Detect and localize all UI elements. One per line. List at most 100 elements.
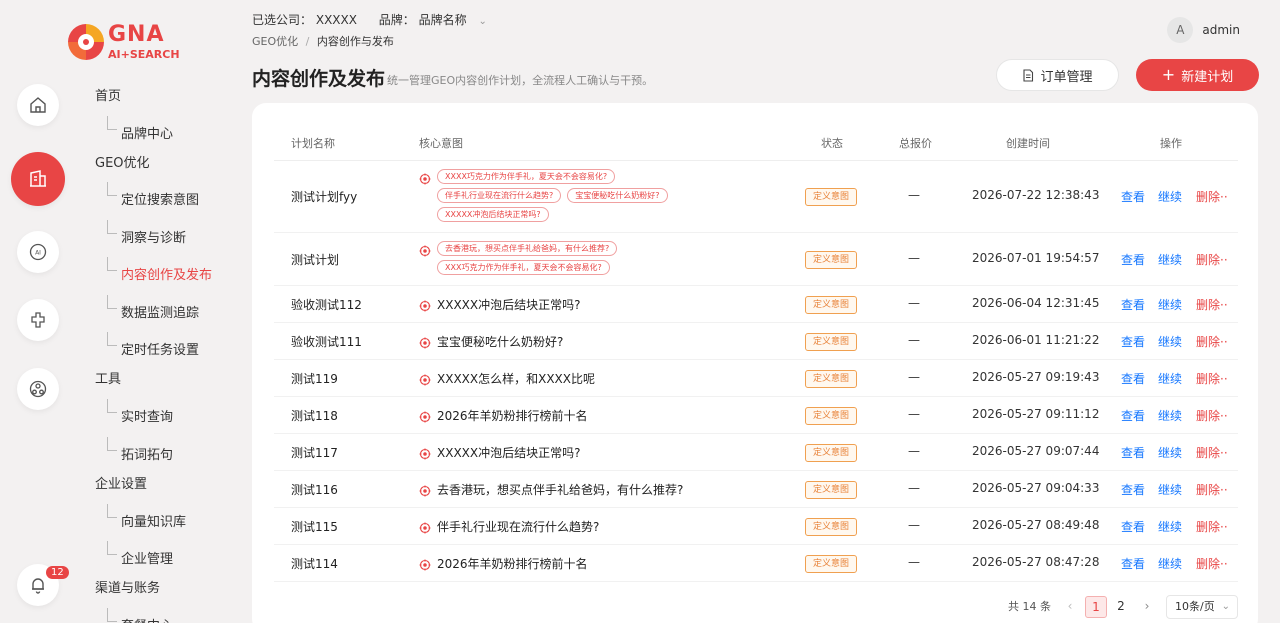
- continue-link[interactable]: 继续: [1158, 407, 1182, 424]
- brand-select[interactable]: 品牌名称: [419, 13, 467, 27]
- document-icon: [1023, 68, 1034, 82]
- col-header-price: 总报价: [899, 137, 932, 150]
- target-icon: [419, 519, 431, 533]
- pagination-next-button[interactable]: ›: [1136, 596, 1158, 618]
- delete-link[interactable]: 删除··: [1196, 370, 1228, 387]
- chevron-down-icon[interactable]: ⌄: [478, 16, 486, 27]
- view-link[interactable]: 查看: [1121, 333, 1145, 350]
- company-select[interactable]: XXXXX: [316, 13, 357, 27]
- view-link[interactable]: 查看: [1121, 555, 1145, 572]
- order-management-label: 订单管理: [1040, 69, 1093, 85]
- nav-item-vector-kb[interactable]: 向量知识库: [121, 511, 186, 530]
- page-size-select[interactable]: 10条/页 ⌄: [1166, 595, 1238, 619]
- created-time: 2026-07-01 19:54:57: [972, 250, 1100, 265]
- nav-item-data-monitor[interactable]: 数据监测追踪: [121, 302, 199, 321]
- total-price: —: [908, 517, 920, 532]
- nav-item-enterprise-mgmt[interactable]: 企业管理: [121, 548, 173, 567]
- delete-link[interactable]: 删除··: [1196, 407, 1228, 424]
- user-menu[interactable]: A admin: [1167, 17, 1240, 43]
- table-header: 计划名称 核心意图 状态 总报价 创建时间 操作: [274, 125, 1238, 161]
- nav-item-scheduled-tasks[interactable]: 定时任务设置: [121, 339, 199, 358]
- continue-link[interactable]: 继续: [1158, 518, 1182, 535]
- nav-item-realtime-query[interactable]: 实时查询: [121, 406, 173, 425]
- nav-connector: [107, 220, 117, 234]
- view-link[interactable]: 查看: [1121, 251, 1145, 268]
- new-plan-button[interactable]: + 新建计划: [1136, 59, 1259, 91]
- nav-item-search-intent[interactable]: 定位搜索意图: [121, 189, 199, 208]
- plan-name: 测试114: [291, 556, 338, 571]
- pagination-page-1[interactable]: 1: [1085, 596, 1107, 618]
- table-row: 测试116 去香港玩，想买点伴手礼给爸妈，有什么推荐? 定义意图 — 2026-…: [274, 471, 1238, 508]
- order-management-button[interactable]: 订单管理: [996, 59, 1119, 91]
- created-time: 2026-06-04 12:31:45: [972, 295, 1100, 310]
- pagination-prev-button[interactable]: ‹: [1059, 596, 1081, 618]
- view-link[interactable]: 查看: [1121, 370, 1145, 387]
- nav-group-home[interactable]: 首页: [95, 85, 121, 104]
- view-link[interactable]: 查看: [1121, 407, 1145, 424]
- target-icon: [419, 170, 431, 185]
- intent-text: 伴手礼行业现在流行什么趋势?: [437, 519, 600, 534]
- chevron-down-icon: ⌄: [1221, 601, 1230, 612]
- view-link[interactable]: 查看: [1121, 188, 1145, 205]
- nav-connector: [107, 182, 117, 196]
- status-badge: 定义意图: [805, 332, 857, 351]
- target-icon: [419, 482, 431, 496]
- continue-link[interactable]: 继续: [1158, 555, 1182, 572]
- delete-link[interactable]: 删除··: [1196, 188, 1228, 205]
- status-badge: 定义意图: [805, 554, 857, 573]
- status-badge: 定义意图: [805, 480, 857, 499]
- username[interactable]: admin: [1202, 23, 1240, 37]
- continue-link[interactable]: 继续: [1158, 333, 1182, 350]
- nav-item-content-creation[interactable]: 内容创作及发布: [121, 264, 212, 283]
- delete-link[interactable]: 删除··: [1196, 555, 1228, 572]
- plan-name: 测试计划: [291, 252, 340, 267]
- nav-connector: [107, 257, 117, 271]
- view-link[interactable]: 查看: [1121, 481, 1145, 498]
- view-link[interactable]: 查看: [1121, 518, 1145, 535]
- bell-icon: [32, 578, 44, 594]
- avatar[interactable]: A: [1167, 17, 1194, 43]
- delete-link[interactable]: 删除··: [1196, 333, 1228, 350]
- nav-item-package-center[interactable]: 套餐中心: [121, 615, 173, 623]
- nav-connector: [107, 437, 117, 451]
- delete-link[interactable]: 删除··: [1196, 481, 1228, 498]
- nav-group-enterprise[interactable]: 企业设置: [95, 473, 147, 492]
- rail-ai-button[interactable]: AI: [17, 231, 59, 273]
- continue-link[interactable]: 继续: [1158, 370, 1182, 387]
- pagination-page-2[interactable]: 2: [1110, 596, 1132, 618]
- intent-text: XXXXX怎么样，和XXXX比呢: [437, 371, 595, 386]
- target-icon: [419, 556, 431, 570]
- intent-tags: 去香港玩，想买点伴手礼给爸妈，有什么推荐? XXX巧克力作为伴手礼，夏天会不会容易…: [437, 241, 737, 275]
- intent-text: XXXXX冲泡后结块正常吗?: [437, 445, 581, 460]
- delete-link[interactable]: 删除··: [1196, 296, 1228, 313]
- network-icon: [29, 380, 47, 398]
- nav-item-brand-center[interactable]: 品牌中心: [121, 123, 173, 142]
- rail-tools-button[interactable]: [17, 299, 59, 341]
- continue-link[interactable]: 继续: [1158, 444, 1182, 461]
- nav-connector: [107, 608, 117, 622]
- rail-geo-button[interactable]: [11, 152, 65, 206]
- rail-home-button[interactable]: [17, 84, 59, 126]
- total-price: —: [908, 369, 920, 384]
- continue-link[interactable]: 继续: [1158, 251, 1182, 268]
- continue-link[interactable]: 继续: [1158, 296, 1182, 313]
- nav-group-geo[interactable]: GEO优化: [95, 152, 150, 171]
- continue-link[interactable]: 继续: [1158, 188, 1182, 205]
- delete-link[interactable]: 删除··: [1196, 518, 1228, 535]
- nav-group-channel-billing[interactable]: 渠道与账务: [95, 577, 160, 596]
- delete-link[interactable]: 删除··: [1196, 444, 1228, 461]
- continue-link[interactable]: 继续: [1158, 481, 1182, 498]
- plan-name: 测试115: [291, 519, 338, 534]
- intent-tag: XXXX巧克力作为伴手礼，夏天会不会容易化?: [437, 169, 616, 184]
- breadcrumb-separator: /: [305, 35, 310, 48]
- target-icon: [419, 371, 431, 385]
- nav-item-insight[interactable]: 洞察与诊断: [121, 227, 186, 246]
- nav-item-keyword-expand[interactable]: 拓词拓句: [121, 444, 173, 463]
- nav-group-tools[interactable]: 工具: [95, 368, 121, 387]
- plan-name: 测试116: [291, 482, 338, 497]
- view-link[interactable]: 查看: [1121, 444, 1145, 461]
- rail-enterprise-button[interactable]: [17, 368, 59, 410]
- delete-link[interactable]: 删除··: [1196, 251, 1228, 268]
- breadcrumb-parent[interactable]: GEO优化: [252, 35, 298, 48]
- view-link[interactable]: 查看: [1121, 296, 1145, 313]
